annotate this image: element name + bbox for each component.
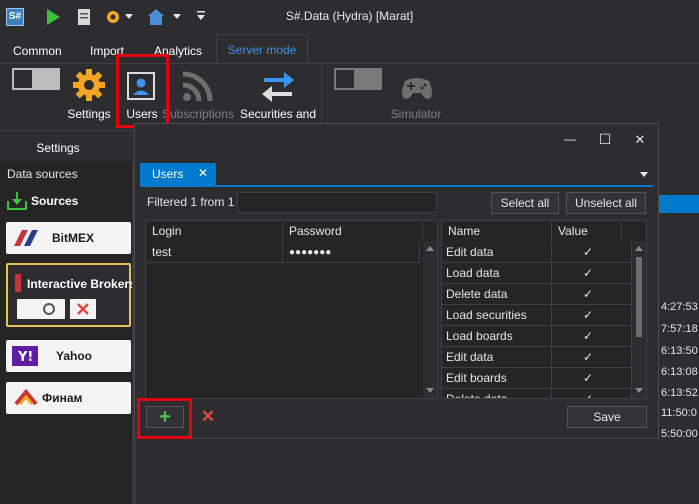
column-header-name[interactable]: Name — [442, 221, 552, 241]
subscriptions-button[interactable]: Subscriptions — [160, 107, 236, 121]
settings-gear-icon — [72, 68, 106, 102]
tab-label: Users — [152, 167, 184, 181]
users-grid: Login Password test ●●●●●●● — [145, 220, 438, 399]
source-name: Interactive Brokers — [27, 277, 136, 291]
tab-server-mode[interactable]: Server mode — [216, 34, 308, 64]
log-time: 6:13:52 — [661, 387, 698, 399]
dialog-minimize-button[interactable]: — — [562, 132, 578, 146]
ib-toggle[interactable] — [17, 299, 65, 319]
permission-value-cell[interactable]: ✓ — [552, 389, 632, 398]
permission-name: Delete data — [442, 284, 552, 305]
check-icon[interactable]: ✓ — [582, 288, 594, 300]
column-header-password[interactable]: Password — [283, 221, 423, 241]
check-icon[interactable]: ✓ — [582, 393, 594, 398]
filter-input[interactable] — [237, 192, 437, 213]
source-item-finam[interactable]: Финам — [6, 382, 131, 414]
password-cell[interactable]: ●●●●●●● — [283, 242, 420, 263]
sources-label: Sources — [31, 194, 79, 208]
permission-value-cell[interactable]: ✓ — [552, 263, 632, 284]
permission-name: Load boards — [442, 326, 552, 347]
permission-name: Edit data — [442, 347, 552, 368]
dialog-maximize-button[interactable]: ☐ — [597, 131, 613, 148]
permission-value-cell[interactable]: ✓ — [552, 326, 632, 347]
bitmex-logo-icon — [14, 229, 44, 247]
log-time: 11:50:0 — [661, 407, 697, 419]
scrollbar[interactable] — [423, 241, 437, 398]
ribbon-group-label: Settings — [36, 141, 80, 155]
column-header-value[interactable]: Value — [552, 221, 622, 241]
log-time: 5:50:00 — [661, 428, 698, 440]
data-sources-panel: Data sources Sources BitMEX Interactive … — [0, 162, 136, 504]
login-cell[interactable]: test — [146, 242, 283, 263]
inbox-icon — [6, 190, 28, 212]
permission-value-cell[interactable]: ✓ — [552, 242, 632, 263]
window-title: S#.Data (Hydra) [Marat] — [285, 9, 414, 23]
log-header-bar — [659, 195, 699, 213]
tab-menu-chevron-icon[interactable] — [638, 168, 650, 180]
source-name: Yahoo — [56, 349, 93, 363]
ribbon-separator — [321, 64, 322, 126]
column-header-login[interactable]: Login — [146, 221, 283, 241]
remove-source-icon[interactable] — [70, 299, 96, 319]
permissions-grid: Name Value Edit data ✓ Load data ✓ Delet… — [441, 220, 647, 399]
yahoo-logo-icon: Y! — [12, 346, 38, 366]
log-time: 7:57:18 — [661, 323, 698, 335]
rss-icon — [180, 70, 214, 104]
check-icon[interactable]: ✓ — [582, 246, 594, 258]
permission-name: Edit data — [442, 242, 552, 263]
select-all-button[interactable]: Select all — [491, 192, 559, 214]
tab-close-icon[interactable]: ✕ — [198, 166, 208, 180]
unselect-all-button[interactable]: Unselect all — [566, 192, 646, 214]
check-icon[interactable]: ✓ — [582, 372, 594, 384]
source-name: Финам — [42, 391, 83, 405]
filter-label: Filtered 1 from 1 — [147, 195, 235, 209]
svg-text:Y!: Y! — [17, 350, 33, 365]
check-icon[interactable]: ✓ — [582, 309, 594, 321]
settings-button[interactable]: Settings — [66, 107, 112, 121]
gamepad-icon — [398, 72, 436, 102]
permission-name: Load data — [442, 263, 552, 284]
save-button[interactable]: Save — [567, 406, 647, 428]
log-time: 4:27:53 — [661, 301, 698, 313]
log-time: 6:13:08 — [661, 366, 698, 378]
permission-name: Delete data — [442, 389, 552, 398]
permission-name: Edit boards — [442, 368, 552, 389]
permission-value-cell[interactable]: ✓ — [552, 368, 632, 389]
log-time: 6:13:50 — [661, 345, 698, 357]
source-item-bitmex[interactable]: BitMEX — [6, 222, 131, 254]
users-highlight — [116, 54, 169, 128]
sync-arrows-icon — [260, 68, 296, 104]
securities-button[interactable]: Securities and — [238, 107, 318, 121]
permission-value-cell[interactable]: ✓ — [552, 347, 632, 368]
tab-users[interactable]: Users ✕ — [140, 163, 216, 185]
tab-strip-underline — [140, 185, 653, 187]
tab-common[interactable]: Common — [13, 40, 62, 62]
permission-value-cell[interactable]: ✓ — [552, 305, 632, 326]
add-user-highlight — [137, 398, 192, 439]
dialog-close-button[interactable]: ✕ — [632, 132, 648, 148]
delete-user-button[interactable]: ✕ — [192, 406, 224, 428]
title-bar: S# S#.Data (Hydra) [Marat] — [0, 0, 699, 34]
ib-logo-icon — [11, 273, 25, 293]
source-name: BitMEX — [52, 231, 94, 245]
delete-icon: ✕ — [200, 407, 216, 426]
check-icon[interactable]: ✓ — [582, 267, 594, 279]
simulator-button[interactable]: Simulator — [386, 107, 446, 121]
permission-value-cell[interactable]: ✓ — [552, 284, 632, 305]
toggle-knob — [43, 303, 55, 315]
scrollbar[interactable] — [632, 241, 646, 398]
simulator-toggle[interactable] — [334, 68, 382, 90]
permission-name: Load securities — [442, 305, 552, 326]
ribbon-group-divider — [0, 130, 134, 131]
panel-title: Data sources — [7, 167, 78, 181]
check-icon[interactable]: ✓ — [582, 351, 594, 363]
finam-logo-icon — [14, 388, 38, 408]
source-item-yahoo[interactable]: Y! Yahoo — [6, 340, 131, 372]
source-item-interactive-brokers[interactable]: Interactive Brokers — [6, 263, 136, 327]
server-toggle[interactable] — [12, 68, 60, 90]
check-icon[interactable]: ✓ — [582, 330, 594, 342]
